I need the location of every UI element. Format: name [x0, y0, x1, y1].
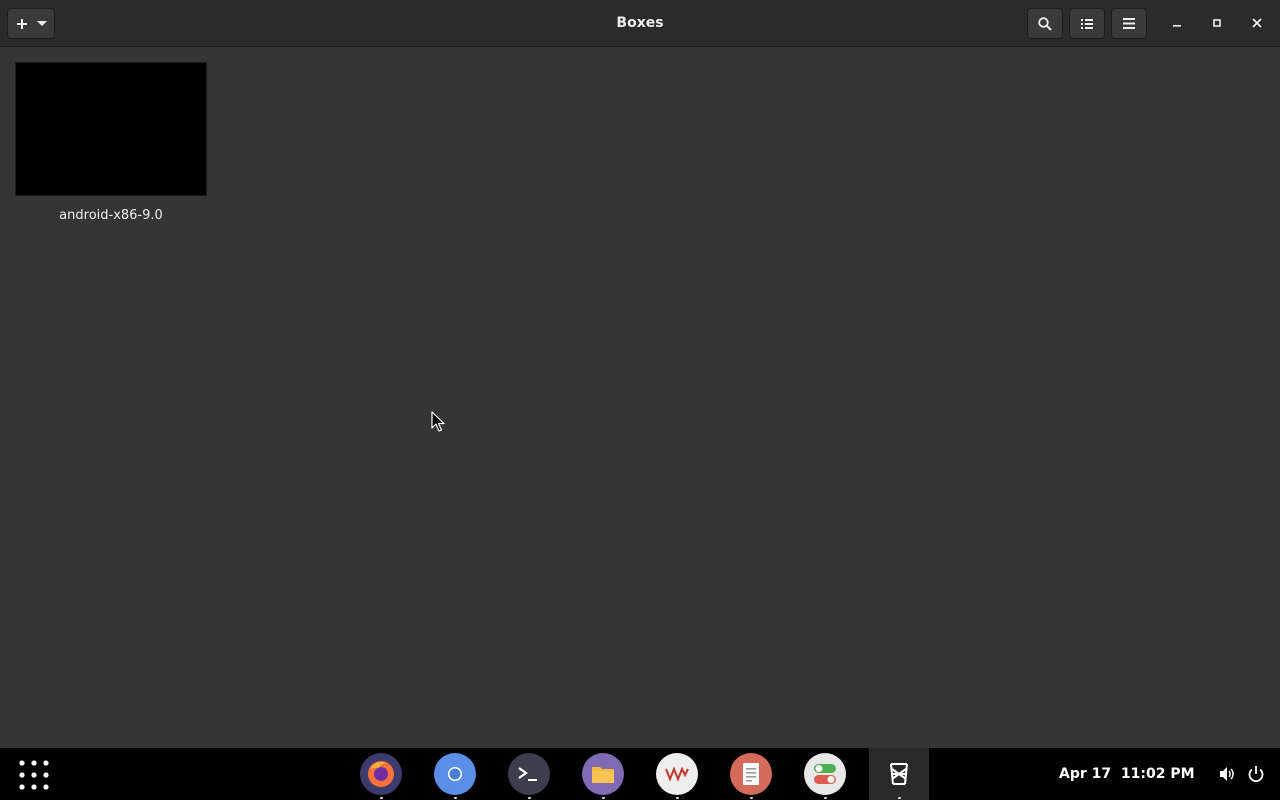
dock-app-text-editor[interactable]	[730, 753, 772, 795]
search-icon	[1038, 16, 1052, 31]
folder-icon	[592, 767, 614, 783]
firefox-icon	[368, 761, 394, 787]
box-thumbnail[interactable]	[15, 62, 207, 196]
dock-running-indicator	[380, 797, 383, 799]
document-icon	[743, 763, 759, 785]
clock-time: 11:02 PM	[1120, 766, 1195, 782]
clock[interactable]: Apr 17 11:02 PM	[1059, 748, 1195, 800]
dock-running-indicator	[602, 797, 605, 799]
maximize-icon	[1213, 19, 1221, 27]
terminal-icon	[518, 767, 537, 781]
dock-running-indicator	[528, 797, 531, 799]
minimize-button[interactable]	[1165, 11, 1189, 35]
boxes-icon	[890, 763, 908, 785]
volume-icon[interactable]	[1218, 765, 1236, 783]
dock-running-indicator	[898, 797, 901, 799]
boxes-collection-view: android-x86-9.0	[0, 47, 1280, 748]
clock-date: Apr 17	[1059, 766, 1112, 782]
new-box-button[interactable]	[7, 8, 55, 39]
dock-app-terminal[interactable]	[508, 753, 550, 795]
dock-app-vm-manager[interactable]	[656, 753, 698, 795]
vm-icon	[665, 766, 689, 782]
plus-icon	[16, 18, 27, 29]
view-toggle-button[interactable]	[1069, 8, 1105, 39]
dock-app-firefox[interactable]	[360, 753, 402, 795]
dock-running-indicator	[824, 797, 827, 799]
mouse-cursor-icon	[431, 411, 445, 432]
header-bar: Boxes	[0, 0, 1280, 47]
dock-app-chromium[interactable]	[434, 753, 476, 795]
dock-running-indicator	[454, 797, 457, 799]
maximize-button[interactable]	[1205, 11, 1229, 35]
dock-app-files[interactable]	[582, 753, 624, 795]
close-icon	[1252, 18, 1262, 28]
app-grid-icon[interactable]	[19, 760, 49, 790]
box-name-label: android-x86-9.0	[59, 208, 163, 223]
toggle-icon	[814, 764, 836, 784]
dock-running-indicator	[750, 797, 753, 799]
chevron-down-icon	[36, 20, 47, 26]
chromium-icon	[443, 762, 467, 786]
search-button[interactable]	[1027, 8, 1063, 39]
box-item[interactable]: android-x86-9.0	[15, 62, 207, 223]
dock-app-boxes[interactable]	[878, 753, 920, 795]
power-icon[interactable]	[1247, 765, 1265, 783]
main-menu-button[interactable]	[1111, 8, 1147, 39]
list-view-icon	[1081, 18, 1093, 29]
close-button[interactable]	[1245, 11, 1269, 35]
dock-running-indicator	[676, 797, 679, 799]
dock-app-tweaks[interactable]	[804, 753, 846, 795]
minimize-icon	[1173, 25, 1181, 27]
dock: Apr 17 11:02 PM	[0, 748, 1280, 800]
hamburger-menu-icon	[1123, 18, 1135, 29]
